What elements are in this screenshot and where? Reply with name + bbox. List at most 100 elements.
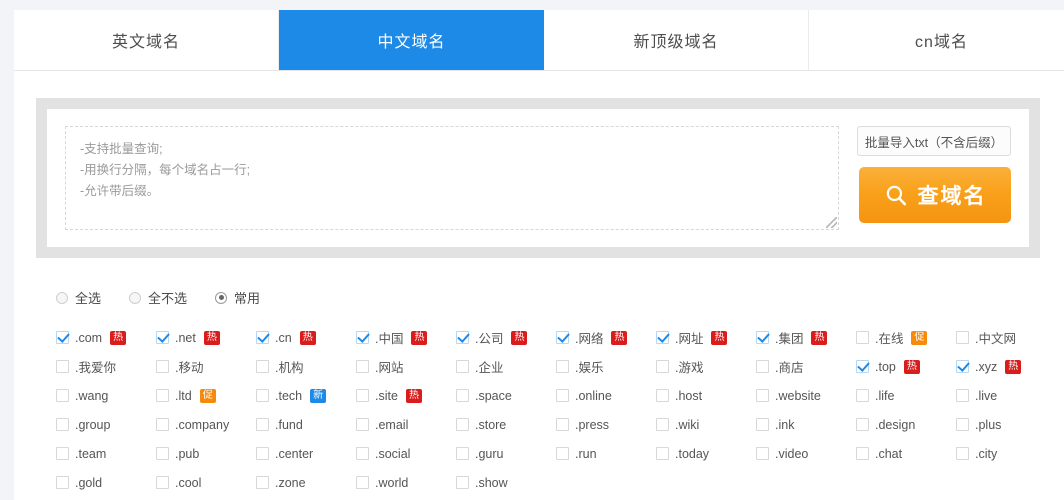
checkbox-icon[interactable] (356, 476, 369, 489)
checkbox-icon[interactable] (956, 360, 969, 373)
checkbox-icon[interactable] (356, 418, 369, 431)
tld-option[interactable]: .site热 (356, 381, 456, 410)
tld-option[interactable]: .移动 (156, 352, 256, 381)
tld-option[interactable]: .host (656, 381, 756, 410)
tld-option[interactable]: .wang (56, 381, 156, 410)
radio-icon[interactable] (56, 292, 68, 304)
checkbox-icon[interactable] (256, 360, 269, 373)
tld-option[interactable]: .city (956, 439, 1056, 468)
checkbox-icon[interactable] (956, 389, 969, 402)
scope-option-2[interactable]: 常用 (215, 288, 260, 307)
tld-option[interactable]: .today (656, 439, 756, 468)
tld-option[interactable]: .com热 (56, 323, 156, 352)
tld-option[interactable]: .网站 (356, 352, 456, 381)
tab-1[interactable]: 中文域名 (279, 10, 544, 70)
checkbox-icon[interactable] (156, 476, 169, 489)
tab-0[interactable]: 英文域名 (14, 10, 279, 70)
checkbox-icon[interactable] (856, 389, 869, 402)
tld-option[interactable]: .我爱你 (56, 352, 156, 381)
checkbox-icon[interactable] (456, 447, 469, 460)
checkbox-icon[interactable] (356, 331, 369, 344)
domain-query-textarea[interactable]: -支持批量查询; -用换行分隔，每个域名占一行; -允许带后缀。 (65, 126, 839, 230)
tld-option[interactable]: .商店 (756, 352, 856, 381)
checkbox-icon[interactable] (956, 331, 969, 344)
tld-option[interactable]: .cool (156, 468, 256, 497)
checkbox-icon[interactable] (156, 331, 169, 344)
scope-option-1[interactable]: 全不选 (129, 288, 187, 307)
tld-option[interactable]: .娱乐 (556, 352, 656, 381)
checkbox-icon[interactable] (756, 360, 769, 373)
checkbox-icon[interactable] (856, 360, 869, 373)
checkbox-icon[interactable] (356, 389, 369, 402)
tld-option[interactable]: .video (756, 439, 856, 468)
scope-option-0[interactable]: 全选 (56, 288, 101, 307)
tld-option[interactable]: .企业 (456, 352, 556, 381)
checkbox-icon[interactable] (56, 360, 69, 373)
checkbox-icon[interactable] (256, 389, 269, 402)
tab-3[interactable]: cn域名 (809, 10, 1064, 70)
tld-option[interactable]: .pub (156, 439, 256, 468)
checkbox-icon[interactable] (756, 389, 769, 402)
checkbox-icon[interactable] (256, 418, 269, 431)
search-domain-button[interactable]: 查域名 (859, 167, 1011, 223)
tld-option[interactable]: .guru (456, 439, 556, 468)
tld-option[interactable]: .在线促 (856, 323, 956, 352)
checkbox-icon[interactable] (56, 418, 69, 431)
tld-option[interactable]: .tech新 (256, 381, 356, 410)
checkbox-icon[interactable] (556, 447, 569, 460)
tld-option[interactable]: .chat (856, 439, 956, 468)
textarea-resize-handle[interactable] (826, 217, 837, 228)
checkbox-icon[interactable] (556, 360, 569, 373)
tld-option[interactable]: .ltd促 (156, 381, 256, 410)
checkbox-icon[interactable] (656, 418, 669, 431)
checkbox-icon[interactable] (456, 360, 469, 373)
checkbox-icon[interactable] (456, 476, 469, 489)
tld-option[interactable]: .company (156, 410, 256, 439)
tab-2[interactable]: 新顶级域名 (544, 10, 809, 70)
tld-option[interactable]: .公司热 (456, 323, 556, 352)
checkbox-icon[interactable] (356, 447, 369, 460)
checkbox-icon[interactable] (856, 447, 869, 460)
tld-option[interactable]: .net热 (156, 323, 256, 352)
tld-option[interactable]: .press (556, 410, 656, 439)
checkbox-icon[interactable] (56, 331, 69, 344)
checkbox-icon[interactable] (256, 476, 269, 489)
tld-option[interactable]: .zone (256, 468, 356, 497)
checkbox-icon[interactable] (56, 447, 69, 460)
tld-option[interactable]: .xyz热 (956, 352, 1056, 381)
checkbox-icon[interactable] (556, 418, 569, 431)
tld-option[interactable]: .游戏 (656, 352, 756, 381)
tld-option[interactable]: .网络热 (556, 323, 656, 352)
tld-option[interactable]: .team (56, 439, 156, 468)
checkbox-icon[interactable] (756, 331, 769, 344)
checkbox-icon[interactable] (156, 360, 169, 373)
checkbox-icon[interactable] (56, 476, 69, 489)
tld-option[interactable]: .website (756, 381, 856, 410)
tld-option[interactable]: .ink (756, 410, 856, 439)
tld-option[interactable]: .group (56, 410, 156, 439)
checkbox-icon[interactable] (56, 389, 69, 402)
checkbox-icon[interactable] (156, 418, 169, 431)
checkbox-icon[interactable] (456, 418, 469, 431)
checkbox-icon[interactable] (156, 389, 169, 402)
tld-option[interactable]: .run (556, 439, 656, 468)
tld-option[interactable]: .space (456, 381, 556, 410)
checkbox-icon[interactable] (156, 447, 169, 460)
import-txt-button[interactable]: 批量导入txt（不含后缀） (857, 126, 1011, 156)
tld-option[interactable]: .design (856, 410, 956, 439)
checkbox-icon[interactable] (956, 418, 969, 431)
tld-option[interactable]: .store (456, 410, 556, 439)
tld-option[interactable]: .social (356, 439, 456, 468)
checkbox-icon[interactable] (756, 447, 769, 460)
tld-option[interactable]: .online (556, 381, 656, 410)
checkbox-icon[interactable] (756, 418, 769, 431)
checkbox-icon[interactable] (356, 360, 369, 373)
tld-option[interactable]: .fund (256, 410, 356, 439)
tld-option[interactable]: .center (256, 439, 356, 468)
checkbox-icon[interactable] (456, 389, 469, 402)
tld-option[interactable]: .集团热 (756, 323, 856, 352)
tld-option[interactable]: .gold (56, 468, 156, 497)
checkbox-icon[interactable] (656, 360, 669, 373)
checkbox-icon[interactable] (856, 418, 869, 431)
radio-icon[interactable] (129, 292, 141, 304)
